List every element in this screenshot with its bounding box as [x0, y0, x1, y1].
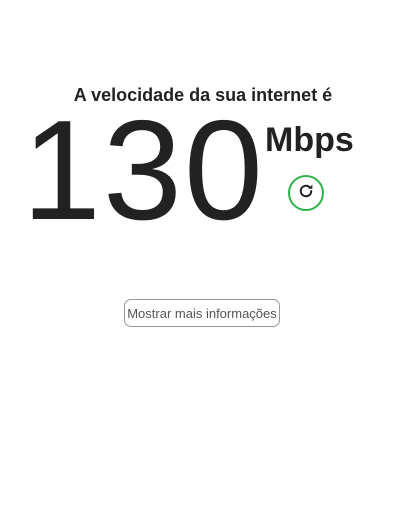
refresh-button[interactable] [288, 175, 324, 211]
show-more-info-button[interactable]: Mostrar mais informações [124, 299, 280, 327]
speed-value: 130 [22, 91, 265, 250]
speed-unit: Mbps [265, 121, 354, 159]
refresh-icon [297, 182, 315, 205]
